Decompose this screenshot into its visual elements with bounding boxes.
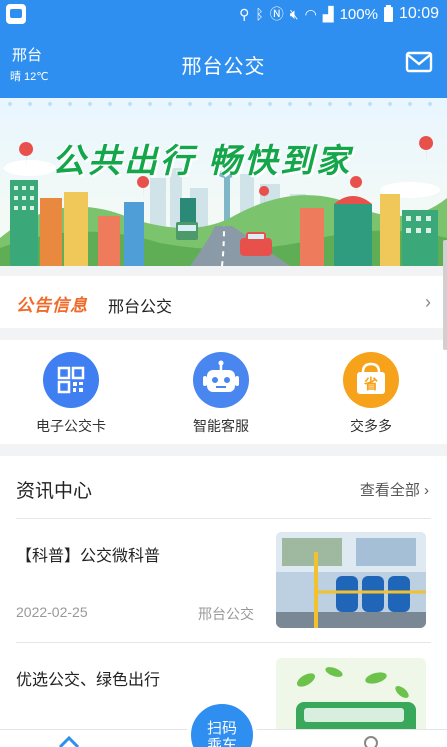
view-all-link[interactable]: 查看全部 ›: [360, 479, 429, 500]
news-thumbnail-bus-seats: [276, 532, 426, 628]
promo-banner[interactable]: 公共出行 畅快到家: [0, 98, 447, 266]
app-notification-icon: [6, 4, 26, 24]
bluetooth-icon: ᛒ: [255, 6, 264, 22]
chevron-right-icon: ›: [425, 292, 431, 312]
quick-action-label: 智能客服: [193, 418, 249, 434]
scan-button-line2: 乘车: [206, 737, 237, 747]
quick-action-label: 交多多: [350, 418, 392, 434]
divider: [16, 642, 431, 643]
notice-text: 邢台公交: [108, 299, 173, 316]
section-title: 资讯中心: [16, 481, 93, 502]
edge-panel-handle[interactable]: [443, 240, 447, 350]
user-icon[interactable]: [364, 736, 378, 747]
wifi-icon: ◠: [304, 6, 317, 22]
svg-text:省: 省: [363, 376, 378, 393]
news-title: 优选公交、绿色出行: [16, 672, 161, 689]
quick-action-label: 电子公交卡: [36, 418, 106, 434]
mute-icon: 🔇︎: [289, 6, 299, 22]
page-title: 邢台公交: [181, 56, 266, 78]
quick-action-customer-service[interactable]: 智能客服: [166, 352, 276, 436]
banner-illustration: [0, 98, 447, 266]
status-icons: ⚲ ᛒ Ⓝ 🔇︎ ◠ ▟ 100% 10:09: [239, 0, 439, 28]
news-source: 邢台公交: [198, 606, 254, 622]
mail-icon[interactable]: [405, 48, 433, 76]
shopping-bag-icon: 省: [343, 352, 399, 408]
notice-bar[interactable]: 公告信息 邢台公交 ›: [0, 276, 447, 328]
clock: 10:09: [398, 5, 439, 22]
divider: [16, 518, 431, 519]
app-header: 邢台 晴 12℃ 邢台公交: [0, 28, 447, 98]
quick-action-bus-card[interactable]: 电子公交卡: [16, 352, 126, 436]
qr-card-icon: [43, 352, 99, 408]
quick-actions: 电子公交卡 智能客服 省 交多多: [0, 340, 447, 444]
location-icon: ⚲: [239, 6, 250, 22]
battery-percent: 100%: [339, 5, 378, 23]
notice-tag: 公告信息: [16, 296, 88, 315]
app-root: ⚲ ᛒ Ⓝ 🔇︎ ◠ ▟ 100% 10:09 邢台 晴 12℃ 邢台公交 公共…: [0, 0, 447, 747]
battery-icon: [383, 4, 393, 22]
news-title: 【科普】公交微科普: [16, 548, 161, 565]
robot-icon: [193, 352, 249, 408]
news-date: 2022-02-25: [16, 604, 88, 620]
home-icon[interactable]: [58, 735, 80, 747]
signal-icon: ▟: [322, 6, 334, 22]
nfc-icon: Ⓝ: [269, 6, 284, 22]
banner-slogan: 公共出行 畅快到家: [52, 142, 353, 179]
quick-action-jiaoduoduo[interactable]: 省 交多多: [316, 352, 426, 436]
status-bar: ⚲ ᛒ Ⓝ 🔇︎ ◠ ▟ 100% 10:09: [0, 0, 447, 28]
scan-button-line1: 扫码: [206, 720, 237, 737]
